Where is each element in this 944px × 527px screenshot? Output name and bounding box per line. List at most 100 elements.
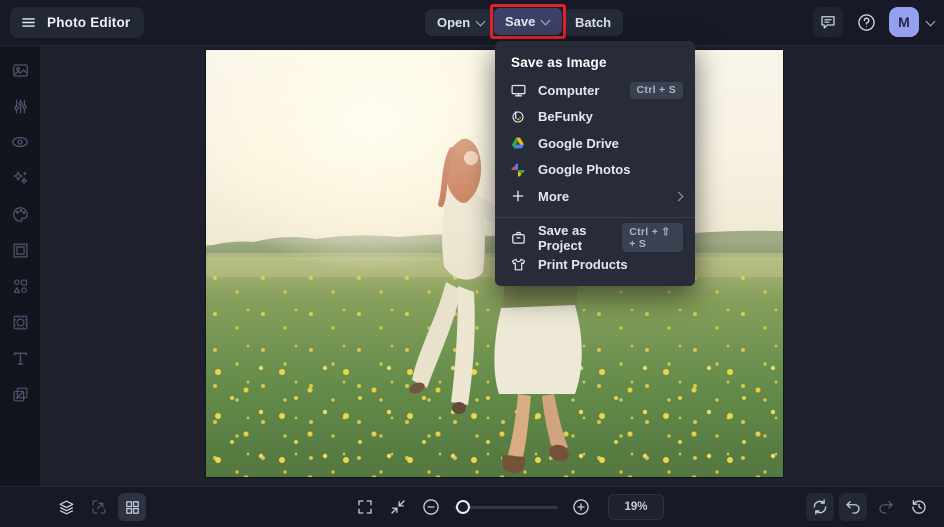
sidebar-tool-touchup[interactable] — [5, 128, 35, 156]
shortcut-badge: Ctrl + S — [629, 81, 683, 99]
fit-screen-button[interactable] — [384, 493, 412, 521]
fit-screen-icon — [391, 500, 405, 514]
save-menu: Save as Image Computer Ctrl + S BeFunky … — [495, 41, 695, 286]
feedback-button[interactable] — [813, 7, 843, 37]
sidebar-tool-text[interactable] — [5, 344, 35, 372]
annotation-highlight-box: Save — [490, 4, 567, 39]
chevron-down-icon — [542, 15, 551, 24]
avatar[interactable]: M — [889, 7, 919, 37]
menu-item-label: More — [538, 188, 570, 204]
sidebar-tool-overlays[interactable] — [5, 308, 35, 336]
chevron-right-icon — [674, 192, 683, 201]
eye-icon — [12, 136, 28, 148]
frame-icon — [13, 243, 27, 257]
menu-item-label: Google Photos — [538, 162, 631, 178]
zoom-in-button[interactable] — [567, 493, 595, 521]
batch-button-label: Batch — [575, 15, 612, 30]
hamburger-icon — [22, 18, 35, 27]
sliders-icon — [13, 99, 27, 113]
top-bar: Photo Editor Open Save Batch M — [0, 0, 944, 46]
menu-item-label: Print Products — [538, 256, 628, 272]
reset-button[interactable] — [806, 493, 834, 521]
photo-editor-app: Photo Editor Open Save Batch M Save as I… — [0, 0, 944, 527]
computer-icon — [509, 81, 527, 99]
zoom-out-icon — [423, 499, 439, 515]
menu-item-label: Save as Project — [538, 222, 587, 253]
top-bar-right-group: M — [813, 7, 936, 37]
sparkles-icon — [13, 171, 27, 184]
grid-icon — [125, 500, 139, 514]
zoom-slider[interactable] — [454, 493, 558, 521]
avatar-initial: M — [898, 14, 910, 30]
tools-sidebar — [0, 45, 40, 487]
bottom-right-group — [806, 493, 933, 521]
redo-button[interactable] — [872, 493, 900, 521]
palette-icon — [12, 206, 28, 222]
menu-item-google-drive[interactable]: Google Drive — [495, 130, 695, 157]
layers-button[interactable] — [52, 493, 80, 521]
sidebar-tool-graphics[interactable] — [5, 272, 35, 300]
bottom-left-group — [52, 493, 146, 521]
open-button[interactable]: Open — [425, 9, 499, 36]
zoom-controls: 19% — [351, 493, 664, 521]
text-icon — [13, 352, 27, 365]
history-icon — [912, 499, 926, 514]
history-button[interactable] — [905, 493, 933, 521]
app-menu-button[interactable]: Photo Editor — [10, 7, 145, 38]
save-button[interactable]: Save — [494, 8, 563, 35]
canvas-area — [40, 45, 944, 487]
undo-icon — [846, 501, 860, 514]
sidebar-tool-artsy[interactable] — [5, 200, 35, 228]
menu-item-label: Computer — [538, 82, 600, 98]
textures-icon — [13, 387, 27, 401]
menu-item-label: Google Drive — [538, 135, 619, 151]
menu-item-computer[interactable]: Computer Ctrl + S — [495, 77, 695, 104]
menu-item-label: BeFunky — [538, 109, 593, 125]
google-photos-icon — [509, 161, 527, 179]
chat-icon — [821, 16, 835, 29]
overlay-icon — [13, 315, 27, 329]
sidebar-tool-adjust[interactable] — [5, 92, 35, 120]
sidebar-tool-edit[interactable] — [5, 56, 35, 84]
befunky-icon — [509, 108, 527, 126]
help-button[interactable] — [851, 7, 881, 37]
resize-button[interactable] — [85, 493, 113, 521]
save-button-label: Save — [505, 14, 536, 29]
tshirt-icon — [509, 255, 527, 273]
google-drive-icon — [509, 134, 527, 152]
fullscreen-icon — [358, 500, 372, 514]
chevron-down-icon — [477, 16, 486, 25]
zoom-level-value[interactable]: 19% — [608, 494, 664, 520]
bottom-bar: 19% — [0, 486, 944, 527]
plus-icon — [509, 187, 527, 205]
zoom-slider-handle[interactable] — [456, 500, 470, 514]
avatar-chevron-icon[interactable] — [927, 16, 936, 25]
menu-item-print-products[interactable]: Print Products — [495, 251, 695, 278]
undo-button[interactable] — [839, 493, 867, 521]
menu-item-befunky[interactable]: BeFunky — [495, 104, 695, 131]
shapes-icon — [13, 278, 27, 293]
redo-icon — [879, 501, 893, 514]
fullscreen-button[interactable] — [351, 493, 379, 521]
zoom-in-icon — [573, 499, 589, 515]
help-icon — [857, 13, 875, 31]
resize-icon — [92, 500, 106, 514]
briefcase-icon — [509, 229, 527, 247]
zoom-out-button[interactable] — [417, 493, 445, 521]
menu-item-more[interactable]: More — [495, 183, 695, 210]
reset-icon — [813, 499, 827, 515]
save-menu-header: Save as Image — [511, 55, 607, 70]
app-title: Photo Editor — [47, 15, 131, 30]
open-button-label: Open — [437, 15, 471, 30]
layers-icon — [59, 500, 73, 514]
sidebar-tool-frames[interactable] — [5, 236, 35, 264]
photo-icon — [12, 63, 28, 77]
menu-divider — [495, 216, 695, 218]
batch-button[interactable]: Batch — [563, 9, 624, 36]
menu-item-save-as-project[interactable]: Save as Project Ctrl + ⇧ + S — [495, 222, 695, 253]
sidebar-tool-effects[interactable] — [5, 164, 35, 192]
shortcut-badge: Ctrl + ⇧ + S — [622, 223, 683, 253]
menu-item-google-photos[interactable]: Google Photos — [495, 157, 695, 184]
sidebar-tool-textures[interactable] — [5, 380, 35, 408]
grid-view-button[interactable] — [118, 493, 146, 521]
